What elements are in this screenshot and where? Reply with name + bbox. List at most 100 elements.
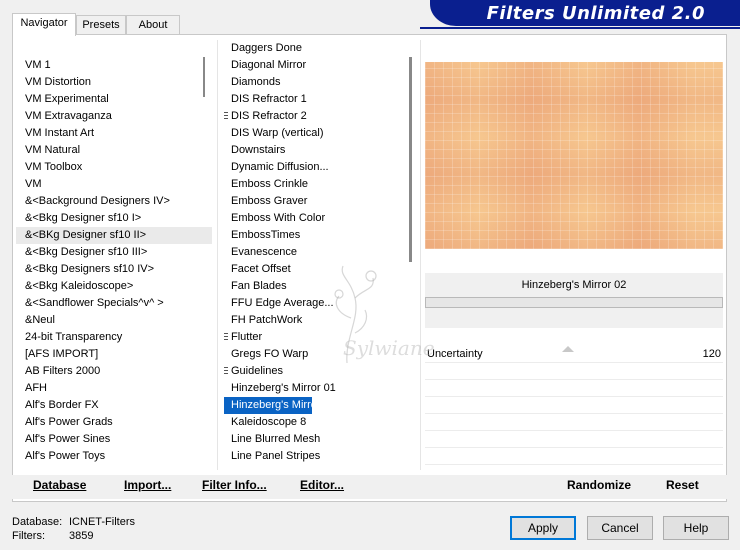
app-title: Filters Unlimited 2.0 bbox=[486, 3, 705, 24]
list-item-label: Emboss Crinkle bbox=[231, 178, 309, 190]
list-item-label: Fan Blades bbox=[231, 280, 287, 292]
tab-about[interactable]: About bbox=[126, 15, 180, 35]
database-label: Database: bbox=[12, 516, 63, 528]
category-item[interactable]: VM Toolbox bbox=[16, 159, 212, 176]
list-item-label: VM bbox=[25, 178, 42, 190]
filter-item[interactable]: Gregs FO Warp bbox=[224, 346, 418, 363]
category-item[interactable]: VM Distortion bbox=[16, 74, 212, 91]
category-item[interactable]: Alf's Border FX bbox=[16, 397, 212, 414]
category-item[interactable]: [AFS IMPORT] bbox=[16, 346, 212, 363]
category-item[interactable]: &<Bkg Designer sf10 I> bbox=[16, 210, 212, 227]
filter-item[interactable]: Emboss With Color bbox=[224, 210, 418, 227]
filter-item[interactable]: Hinzeberg's Mirror 01 bbox=[224, 380, 418, 397]
filter-item[interactable]: Kaleidoscope 8 bbox=[224, 414, 418, 431]
param-row-empty bbox=[425, 414, 723, 431]
filter-item[interactable]: Diamonds bbox=[224, 74, 418, 91]
filter-item[interactable]: Evanescence bbox=[224, 244, 418, 261]
filter-list-scrollbar[interactable] bbox=[409, 57, 412, 262]
preview-filter-name: Hinzeberg's Mirror 02 bbox=[521, 279, 627, 291]
category-item[interactable]: &<Background Designers IV> bbox=[16, 193, 212, 210]
grip-icon bbox=[224, 367, 228, 376]
list-separator bbox=[217, 40, 218, 470]
param-row-empty bbox=[425, 448, 723, 465]
category-item[interactable]: &<Bkg Designer sf10 III> bbox=[16, 244, 212, 261]
filter-item[interactable]: EmbossTimes bbox=[224, 227, 418, 244]
list-item-label: Facet Offset bbox=[231, 263, 291, 275]
tab-presets[interactable]: Presets bbox=[76, 15, 126, 35]
filter-list[interactable]: Daggers Done Diagonal Mirror Diamonds DIS R… bbox=[224, 40, 418, 470]
list-item-label: &<Bkg Designers sf10 IV> bbox=[25, 263, 155, 275]
filters-count: 3859 bbox=[69, 530, 94, 542]
filter-item[interactable]: Diagonal Mirror bbox=[224, 57, 418, 74]
filter-item[interactable]: Emboss Crinkle bbox=[224, 176, 418, 193]
param-row-empty bbox=[425, 380, 723, 397]
list-item-label: EmbossTimes bbox=[231, 229, 301, 241]
list-item-label: Flutter bbox=[231, 331, 263, 343]
editor-button[interactable]: Editor... bbox=[300, 478, 344, 492]
list-item-label: Dynamic Diffusion... bbox=[231, 161, 329, 173]
filter-item[interactable]: DIS Refractor 1 bbox=[224, 91, 418, 108]
category-item[interactable]: AFH bbox=[16, 380, 212, 397]
list-item-label: &<Bkg Designer sf10 III> bbox=[25, 246, 148, 258]
category-item[interactable]: &<Bkg Designers sf10 IV> bbox=[16, 261, 212, 278]
list-item-label: &<Bkg Designer sf10 I> bbox=[25, 212, 142, 224]
category-item[interactable]: AB Filters 2000 bbox=[16, 363, 212, 380]
reset-button[interactable]: Reset bbox=[666, 478, 699, 492]
category-list-scrollbar[interactable] bbox=[203, 57, 205, 97]
filter-item[interactable]: Hinzeberg's Mirror 02 bbox=[224, 396, 336, 415]
preview-image bbox=[425, 62, 723, 249]
filter-item[interactable]: Line Blurred Mesh bbox=[224, 431, 418, 448]
filter-item[interactable]: Dynamic Diffusion... bbox=[224, 159, 418, 176]
import-button[interactable]: Import... bbox=[124, 478, 171, 492]
progress-bar bbox=[425, 297, 723, 308]
category-item[interactable]: VM Experimental bbox=[16, 91, 212, 108]
slider-thumb[interactable] bbox=[562, 346, 574, 352]
cancel-button[interactable]: Cancel bbox=[587, 516, 653, 540]
filter-info-button[interactable]: Filter Info... bbox=[202, 478, 267, 492]
category-item[interactable]: VM bbox=[16, 176, 212, 193]
category-item[interactable]: &<BKg Designer sf10 II> bbox=[16, 227, 212, 244]
category-list[interactable]: VM 1 VM Distortion VM Experimental VM Extra… bbox=[16, 40, 212, 470]
param-label: Uncertainty bbox=[427, 348, 483, 360]
filter-item[interactable]: DIS Warp (vertical) bbox=[224, 125, 418, 142]
param-row-empty bbox=[425, 431, 723, 448]
param-uncertainty[interactable]: Uncertainty 120 bbox=[425, 346, 723, 363]
list-item-label: Line Blurred Mesh bbox=[231, 433, 321, 445]
list-item-label: Hinzeberg's Mirror 02 bbox=[231, 399, 336, 411]
list-item-label: DIS Refractor 1 bbox=[231, 93, 307, 105]
category-item[interactable]: Alf's Power Sines bbox=[16, 431, 212, 448]
category-item[interactable]: Alf's Power Toys bbox=[16, 448, 212, 465]
category-item[interactable]: Alf's Power Grads bbox=[16, 414, 212, 431]
category-item[interactable]: VM 1 bbox=[16, 57, 212, 74]
filter-item[interactable]: Daggers Done bbox=[224, 40, 418, 57]
list-item-label: Line Panel Stripes bbox=[231, 450, 321, 462]
category-item[interactable]: VM Natural bbox=[16, 142, 212, 159]
filter-item[interactable]: Downstairs bbox=[224, 142, 418, 159]
filter-item[interactable]: Guidelines bbox=[224, 363, 418, 380]
randomize-button[interactable]: Randomize bbox=[567, 478, 631, 492]
filter-item[interactable]: Line Panel Stripes bbox=[224, 448, 418, 465]
category-item[interactable]: VM Instant Art bbox=[16, 125, 212, 142]
list-item-label: VM Distortion bbox=[25, 76, 92, 88]
filter-item[interactable]: DIS Refractor 2 bbox=[224, 108, 418, 125]
database-button[interactable]: Database bbox=[33, 478, 86, 492]
filter-item[interactable]: Fan Blades bbox=[224, 278, 418, 295]
filter-item[interactable]: FH PatchWork bbox=[224, 312, 418, 329]
category-item[interactable]: &<Sandflower Specials^v^ > bbox=[16, 295, 212, 312]
help-button[interactable]: Help bbox=[663, 516, 729, 540]
category-item[interactable]: &<Bkg Kaleidoscope> bbox=[16, 278, 212, 295]
list-item-label: Daggers Done bbox=[231, 42, 302, 54]
filter-item[interactable]: Emboss Graver bbox=[224, 193, 418, 210]
category-item[interactable]: 24-bit Transparency bbox=[16, 329, 212, 346]
list-item-label: &Neul bbox=[25, 314, 55, 326]
tab-navigator[interactable]: Navigator bbox=[12, 13, 76, 36]
category-item[interactable]: &Neul bbox=[16, 312, 212, 329]
filter-item[interactable]: Flutter bbox=[224, 329, 418, 346]
filter-item[interactable]: Facet Offset bbox=[224, 261, 418, 278]
list-item-label: Downstairs bbox=[231, 144, 286, 156]
category-item[interactable]: VM Extravaganza bbox=[16, 108, 212, 125]
parameters-header bbox=[425, 308, 723, 328]
list-item-label: Alf's Power Grads bbox=[25, 416, 113, 428]
apply-button[interactable]: Apply bbox=[510, 516, 576, 540]
filter-item[interactable]: FFU Edge Average... bbox=[224, 295, 418, 312]
